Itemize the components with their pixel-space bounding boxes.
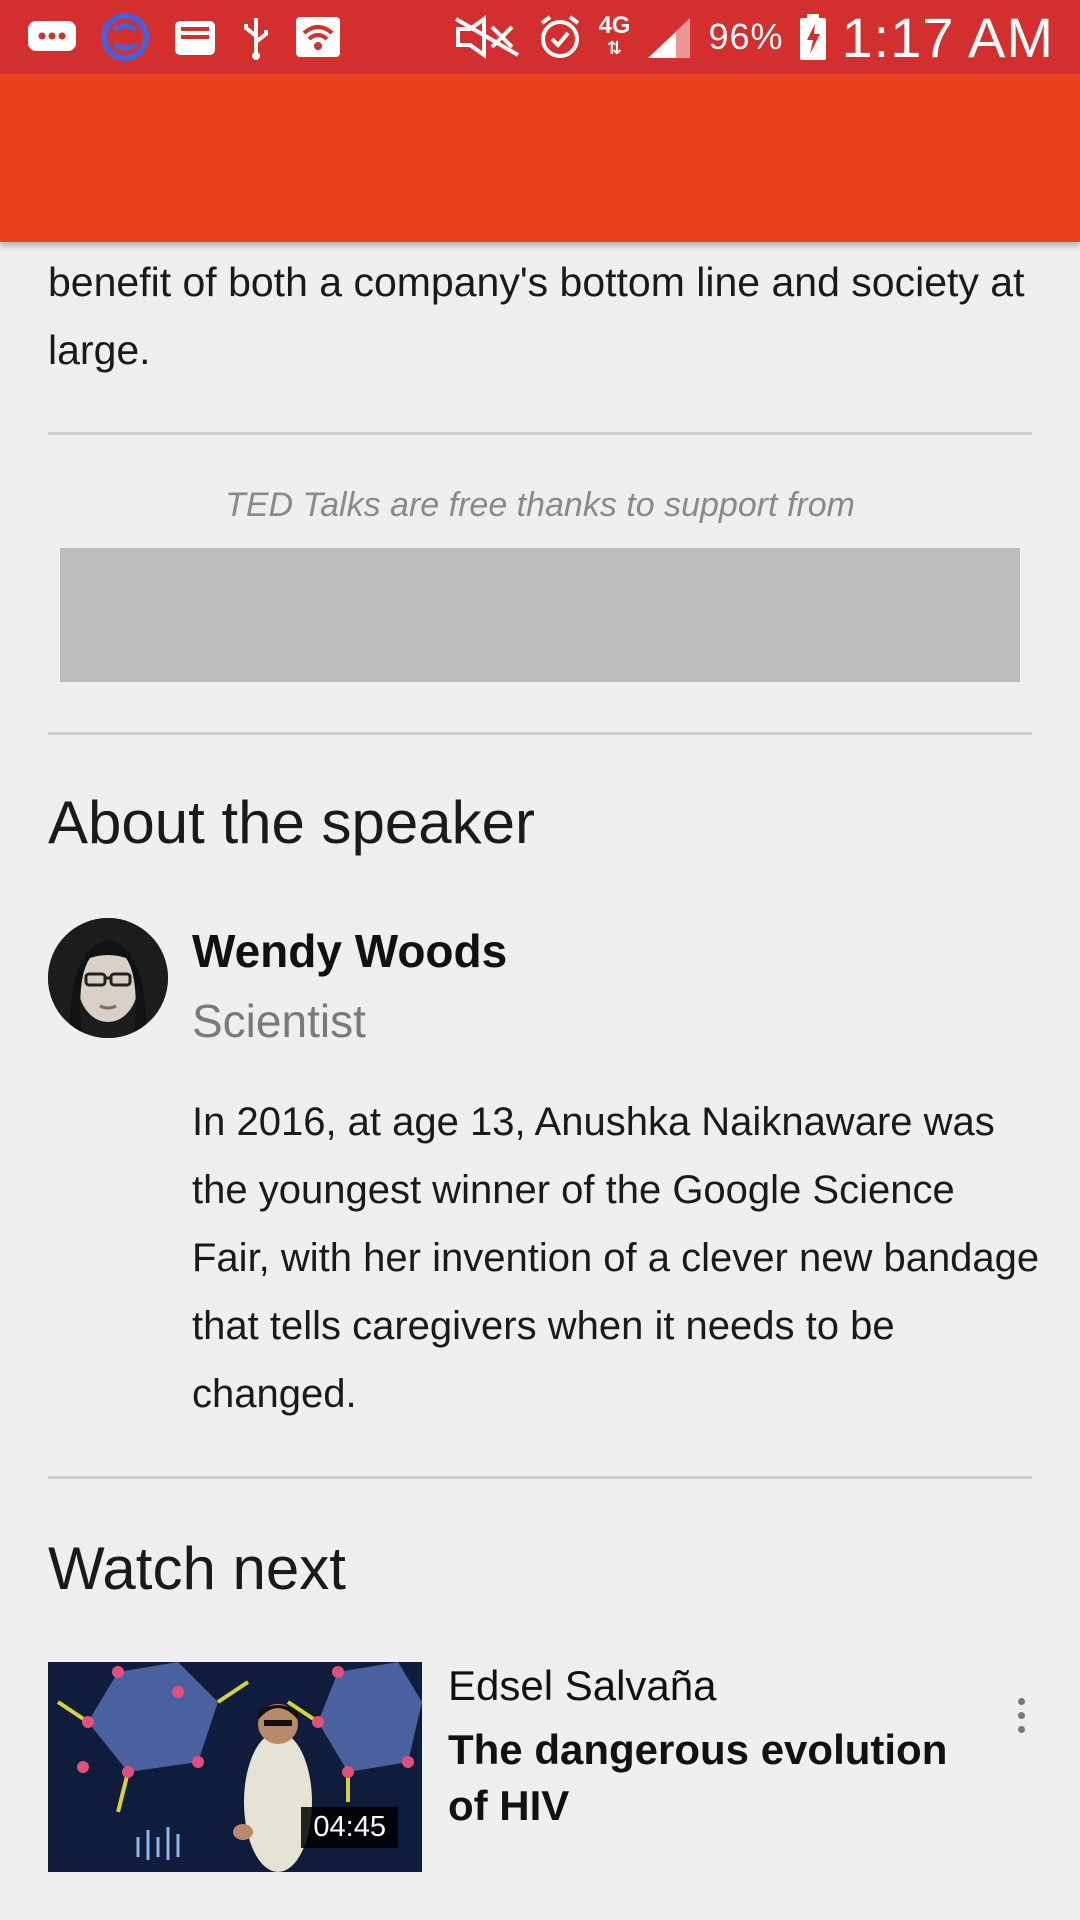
battery-charging-icon xyxy=(798,0,828,74)
speaker-title: Scientist xyxy=(192,995,366,1047)
status-time: 1:17 AM xyxy=(841,5,1054,69)
sponsor-banner[interactable] xyxy=(60,548,1020,682)
network-4g-icon: 4G ⇅ xyxy=(598,12,631,59)
talk-description-tail: benefit of both a company's bottom line … xyxy=(48,259,1025,373)
sponsor-caption: TED Talks are free thanks to support fro… xyxy=(225,486,855,524)
sync-icon xyxy=(100,0,150,74)
video-duration: 04:45 xyxy=(301,1807,398,1848)
next-video-title[interactable]: The dangerous evolution of HIV xyxy=(448,1722,988,1834)
next-video-speaker[interactable]: Edsel Salvaña xyxy=(448,1662,717,1710)
video-thumbnail[interactable]: 04:45 xyxy=(48,1662,422,1872)
more-options-icon[interactable] xyxy=(1006,1690,1036,1740)
status-bar: 4G ⇅ 96% 1:17 AM xyxy=(0,0,1080,74)
battery-percent: 96% xyxy=(708,16,784,57)
about-speaker-heading: About the speaker xyxy=(48,789,536,856)
watch-next-heading: Watch next xyxy=(48,1535,346,1602)
divider xyxy=(48,1476,1032,1479)
wifi-icon xyxy=(294,0,342,74)
usb-icon xyxy=(240,0,272,74)
app-bar xyxy=(0,74,1080,242)
alarm-icon xyxy=(536,0,584,74)
speaker-name[interactable]: Wendy Woods xyxy=(192,924,507,978)
speaker-bio: In 2016, at age 13, Anushka Naiknaware w… xyxy=(192,1100,1040,1416)
inbox-icon xyxy=(172,0,218,74)
message-icon xyxy=(26,0,78,74)
mute-icon xyxy=(452,0,522,74)
speaker-avatar[interactable] xyxy=(48,918,168,1038)
divider xyxy=(48,432,1032,435)
divider xyxy=(48,732,1032,735)
signal-icon xyxy=(644,0,694,74)
